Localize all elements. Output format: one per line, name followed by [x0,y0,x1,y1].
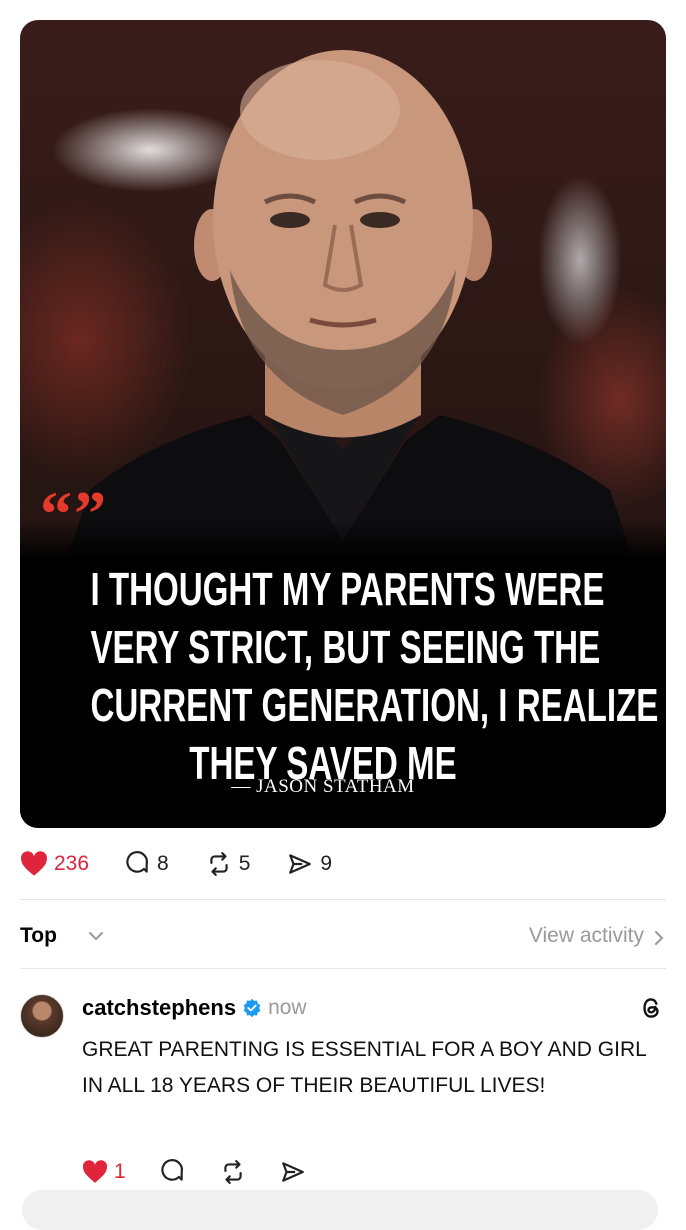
quote-line: CURRENT GENERATION, I REALIZE [90,679,659,731]
chevron-right-icon[interactable] [654,930,664,946]
reply-text: GREAT PARENTING IS ESSENTIAL FOR A BOY A… [82,1038,647,1097]
quote-mark: “” [40,478,108,549]
heart-icon [82,1160,108,1183]
comment-icon [161,1159,183,1181]
quote-line: I THOUGHT MY PARENTS WERE [90,563,605,615]
post-actions: 236 8 5 9 [20,846,368,882]
threads-icon[interactable] [638,994,664,1022]
reply-like-button[interactable]: 1 [82,1160,126,1184]
top-strip [0,0,686,20]
avatar[interactable] [20,994,64,1038]
chevron-down-icon[interactable] [88,930,104,942]
sort-row: Top View activity [20,918,666,954]
quote-author: — JASON STATHAM [231,776,415,797]
heart-icon [21,851,47,876]
like-button[interactable]: 236 [20,851,89,877]
reply-composer[interactable] [22,1190,658,1230]
divider [20,899,666,900]
sort-dropdown[interactable]: Top [20,924,57,948]
person-photo [60,50,640,580]
username[interactable]: catchstephens [82,995,236,1021]
comment-button[interactable]: 8 [125,851,169,877]
share-icon [289,854,312,874]
quote-line: VERY STRICT, BUT SEEING THE [90,621,601,673]
comment-icon [126,851,149,873]
reply-share-button[interactable] [280,1159,306,1185]
reply-comment-button[interactable] [160,1159,186,1185]
share-count: 9 [320,852,333,875]
timestamp: now [268,996,307,1019]
reply-header: catchstephens now [82,994,307,1022]
repost-count: 5 [238,852,251,875]
divider [20,968,666,969]
reply-repost-button[interactable] [220,1159,246,1185]
share-icon [281,1162,304,1182]
repost-icon [210,852,228,876]
repost-button[interactable]: 5 [205,851,251,877]
comment-count: 8 [157,852,169,875]
view-activity-link[interactable]: View activity [529,924,644,948]
share-button[interactable]: 9 [286,851,332,877]
reply-actions: 1 [82,1156,340,1188]
like-count: 236 [54,852,90,875]
reply-like-count: 1 [114,1160,126,1183]
repost-icon [224,1160,242,1184]
verified-icon [243,998,261,1018]
